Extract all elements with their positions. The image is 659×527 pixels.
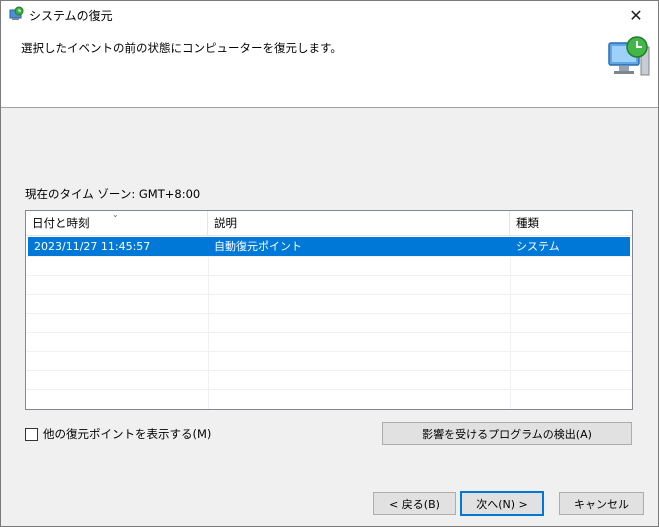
header-panel: 選択したイベントの前の状態にコンピューターを復元します。	[1, 29, 658, 108]
scan-button-label: 影響を受けるプログラムの検出(A)	[422, 427, 592, 441]
next-button[interactable]: 次へ(N) >	[460, 491, 544, 516]
grid-line	[26, 275, 632, 276]
computer-restore-icon	[605, 33, 653, 81]
system-restore-icon	[8, 6, 24, 22]
title-bar: システムの復元 ✕	[1, 1, 658, 29]
system-restore-window: システムの復元 ✕ 選択したイベントの前の状態にコンピューターを復元します。 現…	[0, 0, 659, 527]
row-datetime: 2023/11/27 11:45:57	[34, 240, 151, 253]
row-description: 自動復元ポイント	[214, 240, 302, 253]
close-icon: ✕	[629, 5, 643, 25]
close-button[interactable]: ✕	[614, 1, 658, 29]
back-button-label: < 戻る(B)	[389, 497, 440, 511]
grid-line	[26, 389, 632, 390]
column-header-description[interactable]: 説明	[208, 211, 510, 236]
list-header: 日付と時刻 ⌄ 説明 種類	[26, 211, 632, 236]
restore-point-list[interactable]: 日付と時刻 ⌄ 説明 種類 2023/11/27 11:45:57 自動復元ポイ…	[25, 210, 633, 410]
grid-line	[208, 236, 209, 409]
table-row[interactable]: 2023/11/27 11:45:57 自動復元ポイント システム	[28, 237, 630, 256]
row-type: システム	[516, 240, 560, 253]
window-title: システムの復元	[29, 9, 113, 23]
cancel-button-label: キャンセル	[574, 497, 629, 511]
next-button-label: 次へ(N) >	[476, 497, 528, 511]
grid-line	[26, 332, 632, 333]
column-type-label: 種類	[516, 216, 539, 230]
scan-affected-programs-button[interactable]: 影響を受けるプログラムの検出(A)	[382, 422, 632, 445]
show-more-restore-points-option[interactable]: 他の復元ポイントを表示する(M)	[25, 426, 211, 442]
show-more-label: 他の復元ポイントを表示する(M)	[43, 427, 212, 441]
back-button[interactable]: < 戻る(B)	[373, 492, 456, 515]
column-description-label: 説明	[214, 216, 237, 230]
sort-arrow-icon: ⌄	[112, 210, 119, 219]
column-header-type[interactable]: 種類	[510, 211, 632, 236]
grid-line	[26, 256, 632, 257]
grid-line	[26, 370, 632, 371]
timezone-label: 現在のタイム ゾーン: GMT+8:00	[25, 187, 201, 201]
grid-line	[26, 313, 632, 314]
show-more-checkbox[interactable]	[25, 427, 38, 441]
grid-line	[26, 294, 632, 295]
cancel-button[interactable]: キャンセル	[559, 492, 644, 515]
instruction-text: 選択したイベントの前の状態にコンピューターを復元します。	[21, 41, 342, 55]
column-header-datetime[interactable]: 日付と時刻 ⌄	[26, 211, 208, 236]
grid-line	[26, 351, 632, 352]
column-datetime-label: 日付と時刻	[32, 216, 90, 230]
grid-line	[510, 236, 511, 409]
